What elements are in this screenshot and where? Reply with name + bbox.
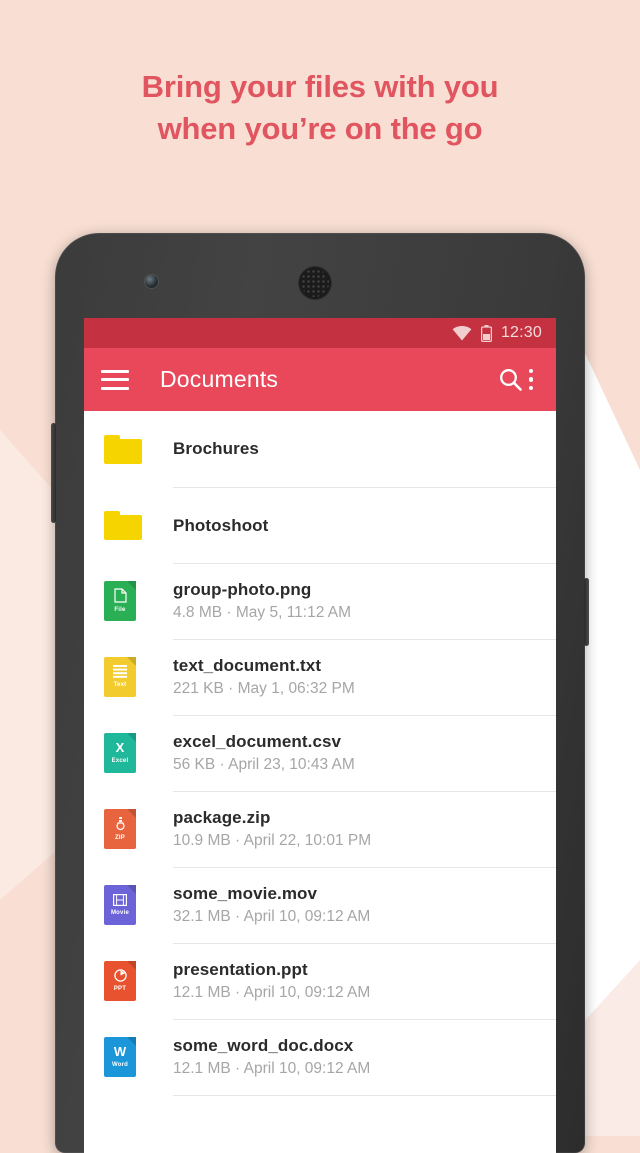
headline-line-2: when you’re on the go <box>157 111 483 146</box>
file-meta: 32.1 MB · April 10, 09:12 AM <box>173 908 371 925</box>
excel-glyph: X <box>115 740 125 755</box>
hamburger-menu-icon[interactable] <box>101 369 129 390</box>
earpiece-speaker-icon <box>298 266 332 300</box>
status-bar-clock: 12:30 <box>500 324 542 341</box>
headline-line-1: Bring your files with you <box>141 69 499 104</box>
file-type-tag: Excel <box>111 758 129 764</box>
list-item[interactable]: ZIP package.zip 10.9 MB · April 22, 10:0… <box>84 791 556 867</box>
search-icon[interactable] <box>498 367 523 392</box>
battery-icon <box>480 324 492 342</box>
folder-icon <box>104 434 156 464</box>
file-meta: 12.1 MB · April 10, 09:12 AM <box>173 1060 371 1077</box>
file-name: Photoshoot <box>173 515 269 535</box>
file-type-tag: Movie <box>110 909 129 916</box>
file-powerpoint-icon: PPT <box>104 961 156 1001</box>
list-item[interactable]: W Word some_word_doc.docx 12.1 MB · Apri… <box>84 1019 556 1095</box>
list-item[interactable]: Brochures <box>84 411 556 487</box>
list-item[interactable]: Photoshoot <box>84 487 556 563</box>
file-name: Brochures <box>173 439 259 458</box>
folder-icon <box>104 510 156 540</box>
page-title: Documents <box>160 366 279 392</box>
file-text-icon: Text <box>104 657 156 697</box>
file-list: Brochures Photoshoot File group-photo.pn… <box>84 411 556 1153</box>
list-item[interactable]: Text text_document.txt 221 KB · May 1, 0… <box>84 639 556 715</box>
file-image-icon: File <box>104 581 156 621</box>
list-item[interactable] <box>84 1095 556 1153</box>
app-bar: Documents <box>84 348 556 411</box>
list-item[interactable]: X Excel excel_document.csv 56 KB · April… <box>84 715 556 791</box>
file-name: some_word_doc.docx <box>173 1036 354 1055</box>
file-excel-icon: X Excel <box>104 733 156 773</box>
status-bar: 12:30 <box>84 318 556 348</box>
file-meta: 10.9 MB · April 22, 10:01 PM <box>173 832 372 849</box>
file-movie-icon: Movie <box>104 885 156 925</box>
file-meta: 56 KB · April 23, 10:43 AM <box>173 756 355 773</box>
file-meta: 4.8 MB · May 5, 11:12 AM <box>173 604 352 621</box>
phone-device-frame: 12:30 Documents Brochures Photoshoot Fil… <box>51 233 589 1153</box>
page-headline: Bring your files with you when you’re on… <box>0 66 640 150</box>
list-item[interactable]: File group-photo.png 4.8 MB · May 5, 11:… <box>84 563 556 639</box>
wifi-icon <box>452 325 472 341</box>
file-type-tag: PPT <box>113 986 127 992</box>
file-name: text_document.txt <box>173 656 322 675</box>
volume-button[interactable] <box>51 423 56 523</box>
file-name: presentation.ppt <box>173 960 308 979</box>
file-name: package.zip <box>173 808 271 827</box>
file-name: some_movie.mov <box>173 884 318 903</box>
file-type-tag: File <box>114 607 126 613</box>
file-name: group-photo.png <box>173 580 312 599</box>
file-meta: 221 KB · May 1, 06:32 PM <box>173 680 355 697</box>
list-item[interactable]: PPT presentation.ppt 12.1 MB · April 10,… <box>84 943 556 1019</box>
file-type-tag: ZIP <box>115 834 125 841</box>
list-item[interactable]: Movie some_movie.mov 32.1 MB · April 10,… <box>84 867 556 943</box>
file-word-icon: W Word <box>104 1037 156 1077</box>
file-zip-icon: ZIP <box>104 809 156 849</box>
file-meta: 12.1 MB · April 10, 09:12 AM <box>173 984 371 1001</box>
power-button[interactable] <box>584 578 589 646</box>
overflow-menu-icon[interactable] <box>523 368 540 391</box>
phone-screen: 12:30 Documents Brochures Photoshoot Fil… <box>84 318 556 1153</box>
file-name: excel_document.csv <box>173 732 342 751</box>
front-camera-icon <box>145 275 158 288</box>
file-type-tag: Word <box>111 1062 129 1068</box>
file-type-tag: Text <box>113 682 127 688</box>
word-glyph: W <box>113 1044 127 1059</box>
